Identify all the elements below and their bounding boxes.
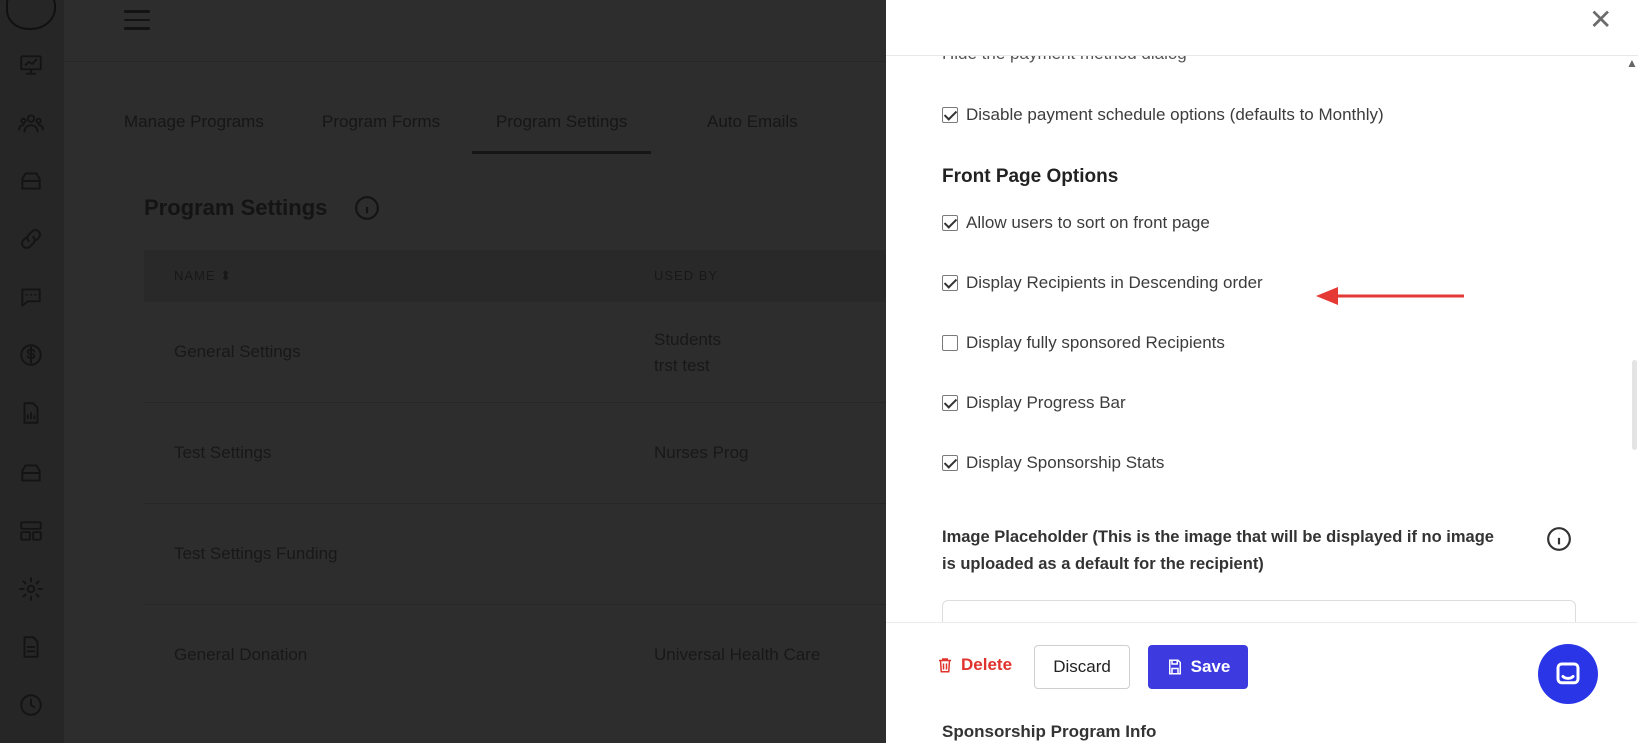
drawer-header: ✕ bbox=[886, 0, 1638, 56]
checkbox[interactable] bbox=[942, 335, 958, 351]
hamburger-menu-icon[interactable] bbox=[124, 10, 150, 32]
option-progress-bar[interactable]: Display Progress Bar bbox=[942, 390, 1126, 416]
programs-icon[interactable] bbox=[0, 438, 66, 508]
table-row[interactable]: Test Settings Funding bbox=[144, 504, 886, 605]
row-used-by: Universal Health Care bbox=[654, 645, 821, 664]
option-fully-sponsored[interactable]: Display fully sponsored Recipients bbox=[942, 330, 1225, 356]
column-header-name[interactable]: NAME ⬍ bbox=[174, 268, 232, 284]
option-allow-sort[interactable]: Allow users to sort on front page bbox=[942, 210, 1210, 236]
drawer-footer: Delete Discard Save bbox=[886, 622, 1638, 712]
table-row[interactable]: Test Settings Nurses Prog bbox=[144, 403, 886, 504]
document-icon[interactable] bbox=[18, 634, 44, 660]
main-content: Manage Programs Program Forms Program Se… bbox=[64, 0, 886, 743]
option-sponsorship-stats[interactable]: Display Sponsorship Stats bbox=[942, 450, 1164, 476]
option-disable-payment-schedule[interactable]: Disable payment schedule options (defaul… bbox=[942, 102, 1384, 128]
chat-launcher-button[interactable] bbox=[1538, 644, 1598, 704]
option-label: Allow users to sort on front page bbox=[966, 213, 1210, 232]
info-icon[interactable] bbox=[1546, 526, 1572, 552]
row-name: Test Settings bbox=[174, 443, 272, 462]
dollar-icon[interactable] bbox=[18, 342, 44, 368]
sidebar-rail bbox=[0, 0, 66, 743]
discard-button[interactable]: Discard bbox=[1034, 645, 1130, 689]
checkbox[interactable] bbox=[942, 455, 958, 471]
save-button[interactable]: Save bbox=[1148, 645, 1248, 689]
tab-program-settings[interactable]: Program Settings bbox=[472, 98, 652, 154]
tab-program-forms[interactable]: Program Forms bbox=[322, 98, 440, 154]
delete-label: Delete bbox=[961, 655, 1013, 674]
users-icon[interactable] bbox=[18, 110, 44, 136]
section-heading-front-page: Front Page Options bbox=[942, 166, 1119, 187]
trash-icon bbox=[939, 658, 951, 673]
table-row[interactable]: General Donation Universal Health Care bbox=[144, 605, 886, 706]
table-header: NAME ⬍ USED BY bbox=[144, 250, 886, 302]
row-name: General Donation bbox=[174, 645, 308, 664]
annotation-arrow-icon bbox=[1316, 287, 1464, 305]
option-label: Display Progress Bar bbox=[966, 393, 1126, 412]
close-icon[interactable]: ✕ bbox=[1589, 6, 1612, 34]
save-icon bbox=[1168, 659, 1181, 675]
partial-option-label: Hide the payment method dialog bbox=[942, 56, 1187, 64]
section-heading-sponsorship-info: Sponsorship Program Info bbox=[942, 722, 1157, 741]
column-header-used-by: USED BY bbox=[654, 268, 719, 283]
settings-drawer: ✕ Hide the payment method dialog Disable… bbox=[886, 0, 1638, 743]
option-label: Disable payment schedule options (defaul… bbox=[966, 105, 1384, 124]
tab-bar: Manage Programs Program Forms Program Se… bbox=[124, 98, 894, 154]
checkbox[interactable] bbox=[942, 395, 958, 411]
option-label: Display Sponsorship Stats bbox=[966, 453, 1165, 472]
tab-manage-programs[interactable]: Manage Programs bbox=[124, 98, 264, 154]
checkbox[interactable] bbox=[942, 215, 958, 231]
info-icon[interactable] bbox=[354, 195, 380, 221]
row-name: Test Settings Funding bbox=[174, 544, 338, 563]
scrollbar-thumb[interactable] bbox=[1632, 360, 1637, 450]
layout-icon[interactable] bbox=[18, 518, 44, 544]
logo[interactable] bbox=[6, 0, 56, 30]
tab-auto-emails[interactable]: Auto Emails bbox=[707, 98, 798, 154]
row-name: General Settings bbox=[174, 342, 301, 361]
row-used-by: trst test bbox=[654, 356, 710, 375]
settings-table: NAME ⬍ USED BY General Settings Students… bbox=[144, 250, 886, 706]
checkbox[interactable] bbox=[942, 275, 958, 291]
inbox-icon[interactable] bbox=[18, 168, 44, 194]
chat-icon[interactable] bbox=[18, 284, 44, 310]
save-label: Save bbox=[1190, 657, 1231, 676]
option-label: Display fully sponsored Recipients bbox=[966, 333, 1225, 352]
row-used-by: Students bbox=[654, 330, 722, 349]
image-placeholder-label: Image Placeholder (This is the image tha… bbox=[942, 528, 1494, 573]
page-title: Program Settings bbox=[144, 195, 328, 220]
checkbox[interactable] bbox=[942, 107, 958, 123]
link-icon[interactable] bbox=[18, 226, 44, 252]
delete-button[interactable]: Delete bbox=[936, 645, 1012, 685]
drawer-body[interactable]: Hide the payment method dialog Disable p… bbox=[886, 56, 1638, 622]
clock-icon[interactable] bbox=[18, 692, 44, 718]
top-bar bbox=[64, 0, 886, 62]
table-row[interactable]: General Settings Students trst test bbox=[144, 302, 886, 403]
option-descending-order[interactable]: Display Recipients in Descending order bbox=[942, 270, 1263, 296]
scroll-up-icon[interactable]: ▲ bbox=[1626, 56, 1638, 70]
option-label: Display Recipients in Descending order bbox=[966, 273, 1263, 292]
report-icon[interactable] bbox=[18, 400, 44, 426]
chat-bubble-icon bbox=[1556, 662, 1580, 685]
row-used-by: Nurses Prog bbox=[654, 443, 749, 462]
presentation-icon[interactable] bbox=[18, 52, 44, 78]
gear-icon[interactable] bbox=[18, 576, 44, 602]
image-placeholder-input[interactable] bbox=[942, 600, 1576, 622]
